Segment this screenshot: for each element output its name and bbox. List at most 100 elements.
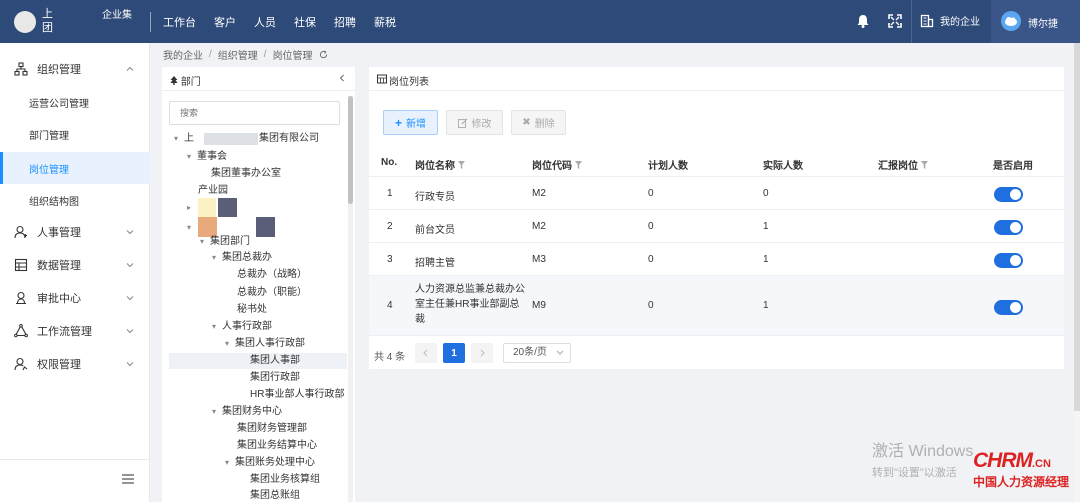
tree-node-label: 集团人事部 xyxy=(250,355,300,366)
nav-divider xyxy=(150,12,151,32)
nav-item-recruit[interactable]: 招聘 xyxy=(334,14,356,30)
tree-node[interactable]: 总裁办（战略） xyxy=(237,267,307,283)
tree-node[interactable]: ▾ 上 xyxy=(174,131,194,147)
chevron-down-icon xyxy=(126,329,134,334)
cell-code: M2 xyxy=(532,188,546,199)
tree-node[interactable]: 集团业务核算组 xyxy=(250,472,320,488)
tree-node[interactable]: ▾ 人事行政部 xyxy=(212,319,272,335)
sidebar-item-org[interactable]: 组织管理 xyxy=(0,53,150,85)
tree-node[interactable]: ▾ 集团财务中心 xyxy=(212,404,282,420)
sidebar-item-workflow[interactable]: 工作流管理 xyxy=(0,315,150,347)
filter-icon[interactable] xyxy=(575,160,582,169)
prev-page-button[interactable] xyxy=(415,343,437,363)
tree-node[interactable]: ▾ 董事会 xyxy=(187,149,227,165)
nav-item-staff[interactable]: 人员 xyxy=(254,14,276,30)
tree-node[interactable]: 集团行政部 xyxy=(250,370,300,386)
breadcrumb-item[interactable]: 我的企业 xyxy=(163,47,203,62)
tree-node[interactable]: ▸ xyxy=(187,200,197,216)
table-row[interactable]: 2 前台文员 M2 0 1 xyxy=(369,210,1064,243)
sidebar-sub-position[interactable]: 岗位管理 xyxy=(0,152,150,184)
column-header-enabled: 是否启用 xyxy=(993,161,1033,172)
filter-icon[interactable] xyxy=(921,160,928,169)
my-enterprise[interactable]: 我的企业 xyxy=(920,13,980,28)
chevron-down-icon xyxy=(126,362,134,367)
page-size-value: 20条/页 xyxy=(513,347,547,358)
chrm-logo: CHRM.CN 中国人力资源经理 xyxy=(973,449,1073,490)
add-button[interactable]: + 新增 xyxy=(383,110,438,135)
chevron-left-icon[interactable] xyxy=(337,73,347,83)
cloud-avatar-icon xyxy=(1005,17,1017,26)
edit-icon xyxy=(457,118,467,128)
nav-item-customer[interactable]: 客户 xyxy=(214,14,236,30)
tree-node-selected[interactable]: 集团人事部 xyxy=(169,353,347,369)
column-header-name[interactable]: 岗位名称 xyxy=(415,157,465,172)
breadcrumb-separator: / xyxy=(209,49,212,60)
table-row[interactable]: 4 人力资源总监兼总裁办公室主任兼HR事业部副总裁 M9 0 1 xyxy=(369,276,1064,336)
tree-node[interactable]: 秘书处 xyxy=(237,302,267,318)
delete-button[interactable]: ✖ 删除 xyxy=(511,110,566,135)
tree-node-label: 总裁办（职能） xyxy=(237,287,307,298)
tree-node-label: 集团业务核算组 xyxy=(250,474,320,485)
enabled-toggle[interactable] xyxy=(994,300,1023,315)
table-row[interactable]: 3 招聘主管 M3 0 1 xyxy=(369,243,1064,276)
breadcrumb-item[interactable]: 组织管理 xyxy=(218,47,258,62)
tree-node[interactable]: 集团董事办公室 xyxy=(211,166,281,182)
tree-node-label: 董事会 xyxy=(197,151,227,162)
sidebar-item-data[interactable]: 数据管理 xyxy=(0,249,150,281)
page-button-current[interactable]: 1 xyxy=(443,343,465,363)
column-header-code[interactable]: 岗位代码 xyxy=(532,157,582,172)
tree-node[interactable]: 总裁办（职能） xyxy=(237,285,307,301)
department-search-input[interactable] xyxy=(169,101,340,125)
nav-item-social-security[interactable]: 社保 xyxy=(294,14,316,30)
tree-node[interactable]: 集团业务结算中心 xyxy=(237,438,317,454)
edit-button[interactable]: 修改 xyxy=(446,110,503,135)
menu-toggle-icon[interactable] xyxy=(122,474,134,484)
enabled-toggle[interactable] xyxy=(994,220,1023,235)
tree-node[interactable]: ▾ 集团账务处理中心 xyxy=(225,455,315,471)
tree-node[interactable]: HR事业部人事行政部 xyxy=(250,387,344,403)
building-icon xyxy=(920,14,934,27)
sidebar-sub-org-chart[interactable]: 组织结构图 xyxy=(0,184,150,216)
tree-node-label: 集团董事办公室 xyxy=(211,168,281,179)
tree-node[interactable]: ▾ 集团总裁办 xyxy=(212,250,272,266)
sidebar-item-personnel[interactable]: 人事管理 xyxy=(0,216,150,248)
tree-node-label: 集团总裁办 xyxy=(222,252,272,263)
enabled-toggle[interactable] xyxy=(994,253,1023,268)
activation-line-2: 转到"设置"以激活 xyxy=(872,467,957,479)
cell-code: M3 xyxy=(532,254,546,265)
tree-node[interactable]: 集团财务管理部 xyxy=(237,421,307,437)
scrollbar-thumb[interactable] xyxy=(1074,43,1080,411)
enabled-toggle[interactable] xyxy=(994,187,1023,202)
tree-node[interactable]: ▾ 集团部门 xyxy=(200,234,250,250)
nav-item-workbench[interactable]: 工作台 xyxy=(163,14,196,30)
cell-name: 招聘主管 xyxy=(415,258,455,269)
sidebar-divider xyxy=(0,459,150,460)
department-scrollbar[interactable] xyxy=(348,96,353,502)
tree-node-label: 集团部门 xyxy=(210,236,250,247)
filter-icon[interactable] xyxy=(458,160,465,169)
logo-text: 上 团 xyxy=(42,8,53,34)
column-header-report-to[interactable]: 汇报岗位 xyxy=(878,157,928,172)
bell-icon[interactable] xyxy=(855,13,871,29)
nav-item-payroll-tax[interactable]: 薪税 xyxy=(374,14,396,30)
user-menu[interactable]: 博尔捷 xyxy=(991,0,1080,43)
page-size-select[interactable]: 20条/页 xyxy=(503,343,571,363)
tree-node[interactable]: ▾ 集团人事行政部 xyxy=(225,336,305,352)
cell-name: 人力资源总监兼总裁办公室主任兼HR事业部副总裁 xyxy=(415,284,525,325)
page-scrollbar[interactable] xyxy=(1074,43,1080,502)
tree-node[interactable]: ▾ xyxy=(187,220,197,236)
sidebar-item-permission[interactable]: 权限管理 xyxy=(0,348,150,380)
scrollbar-thumb[interactable] xyxy=(348,96,353,204)
tree-node-label: 集团有限公司 xyxy=(259,133,319,144)
sidebar-sub-operating-company[interactable]: 运营公司管理 xyxy=(0,86,150,118)
next-page-button[interactable] xyxy=(471,343,493,363)
sidebar-item-approval[interactable]: 审批中心 xyxy=(0,282,150,314)
sidebar-sub-department[interactable]: 部门管理 xyxy=(0,118,150,150)
tree-node[interactable]: 产业园 xyxy=(198,183,228,199)
logo xyxy=(14,11,36,33)
tree-node[interactable]: 集团总账组 xyxy=(250,488,300,502)
workflow-icon xyxy=(14,324,28,338)
refresh-icon[interactable] xyxy=(319,50,328,59)
table-row[interactable]: 1 行政专员 M2 0 0 xyxy=(369,177,1064,210)
fullscreen-icon[interactable] xyxy=(887,13,903,29)
